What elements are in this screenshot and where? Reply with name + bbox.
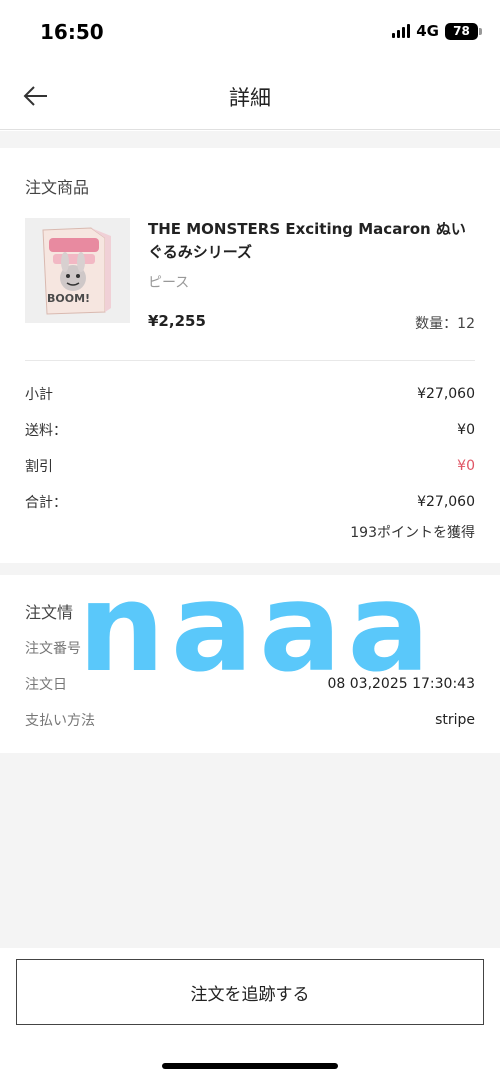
product-price: ¥2,255: [148, 312, 206, 330]
order-items-section: 注文商品 BOOM! THE MONSTERS Exciting Macaron…: [0, 148, 500, 563]
discount-row: 割引 ¥0: [25, 455, 475, 477]
divider: [25, 360, 475, 361]
status-indicators: 4G 78: [392, 22, 482, 40]
total-row: 合計： ¥27,060: [25, 491, 475, 513]
signal-icon: [392, 24, 411, 38]
bottom-bar: 注文を追跡する: [0, 948, 500, 1080]
order-date-row: 注文日 08 03,2025 17:30:43: [25, 673, 475, 695]
order-date-label: 注文日: [25, 677, 67, 693]
status-bar: 16:50 4G 78: [0, 0, 500, 62]
order-number-label: 注文番号: [25, 641, 81, 657]
battery-icon: 78: [445, 22, 482, 40]
thumb-label: BOOM!: [47, 292, 90, 305]
payment-method-row: 支払い方法 stripe: [25, 709, 475, 731]
payment-method-value: stripe: [435, 712, 475, 728]
product-quantity: 数量：12: [415, 316, 475, 332]
subtotal-label: 小計: [25, 387, 53, 403]
empty-area: [0, 753, 500, 948]
shipping-row: 送料： ¥0: [25, 419, 475, 441]
payment-method-label: 支払い方法: [25, 713, 95, 729]
product-variant: ピース: [148, 275, 190, 291]
home-indicator[interactable]: [162, 1063, 338, 1069]
subtotal-row: 小計 ¥27,060: [25, 383, 475, 405]
header: 詳細: [0, 62, 500, 130]
total-label: 合計：: [25, 495, 67, 511]
order-date-value: 08 03,2025 17:30:43: [327, 676, 476, 692]
discount-label: 割引: [25, 459, 53, 475]
total-value: ¥27,060: [417, 494, 475, 510]
battery-level: 78: [453, 24, 470, 38]
discount-value: ¥0: [457, 458, 475, 474]
track-order-button[interactable]: 注文を追跡する: [16, 959, 484, 1025]
section-separator: [0, 131, 500, 148]
shipping-value: ¥0: [457, 422, 475, 438]
shipping-label: 送料：: [25, 423, 67, 439]
section-separator: [0, 563, 500, 575]
order-info-section: 注文情 注文番号 注文日 08 03,2025 17:30:43 支払い方法 s…: [0, 575, 500, 753]
page-title: 詳細: [229, 86, 271, 110]
subtotal-value: ¥27,060: [417, 386, 475, 402]
order-info-title: 注文情: [25, 603, 74, 622]
order-number-row: 注文番号: [25, 637, 475, 659]
order-items-title: 注文商品: [25, 178, 90, 197]
product-thumbnail[interactable]: BOOM!: [25, 218, 130, 323]
status-time: 16:50: [40, 20, 104, 44]
product-name[interactable]: THE MONSTERS Exciting Macaron ぬいぐるみシリーズ: [148, 218, 478, 264]
network-type: 4G: [416, 22, 439, 40]
points-earned: 193ポイントを獲得: [350, 525, 475, 541]
product-image: BOOM!: [25, 218, 130, 323]
